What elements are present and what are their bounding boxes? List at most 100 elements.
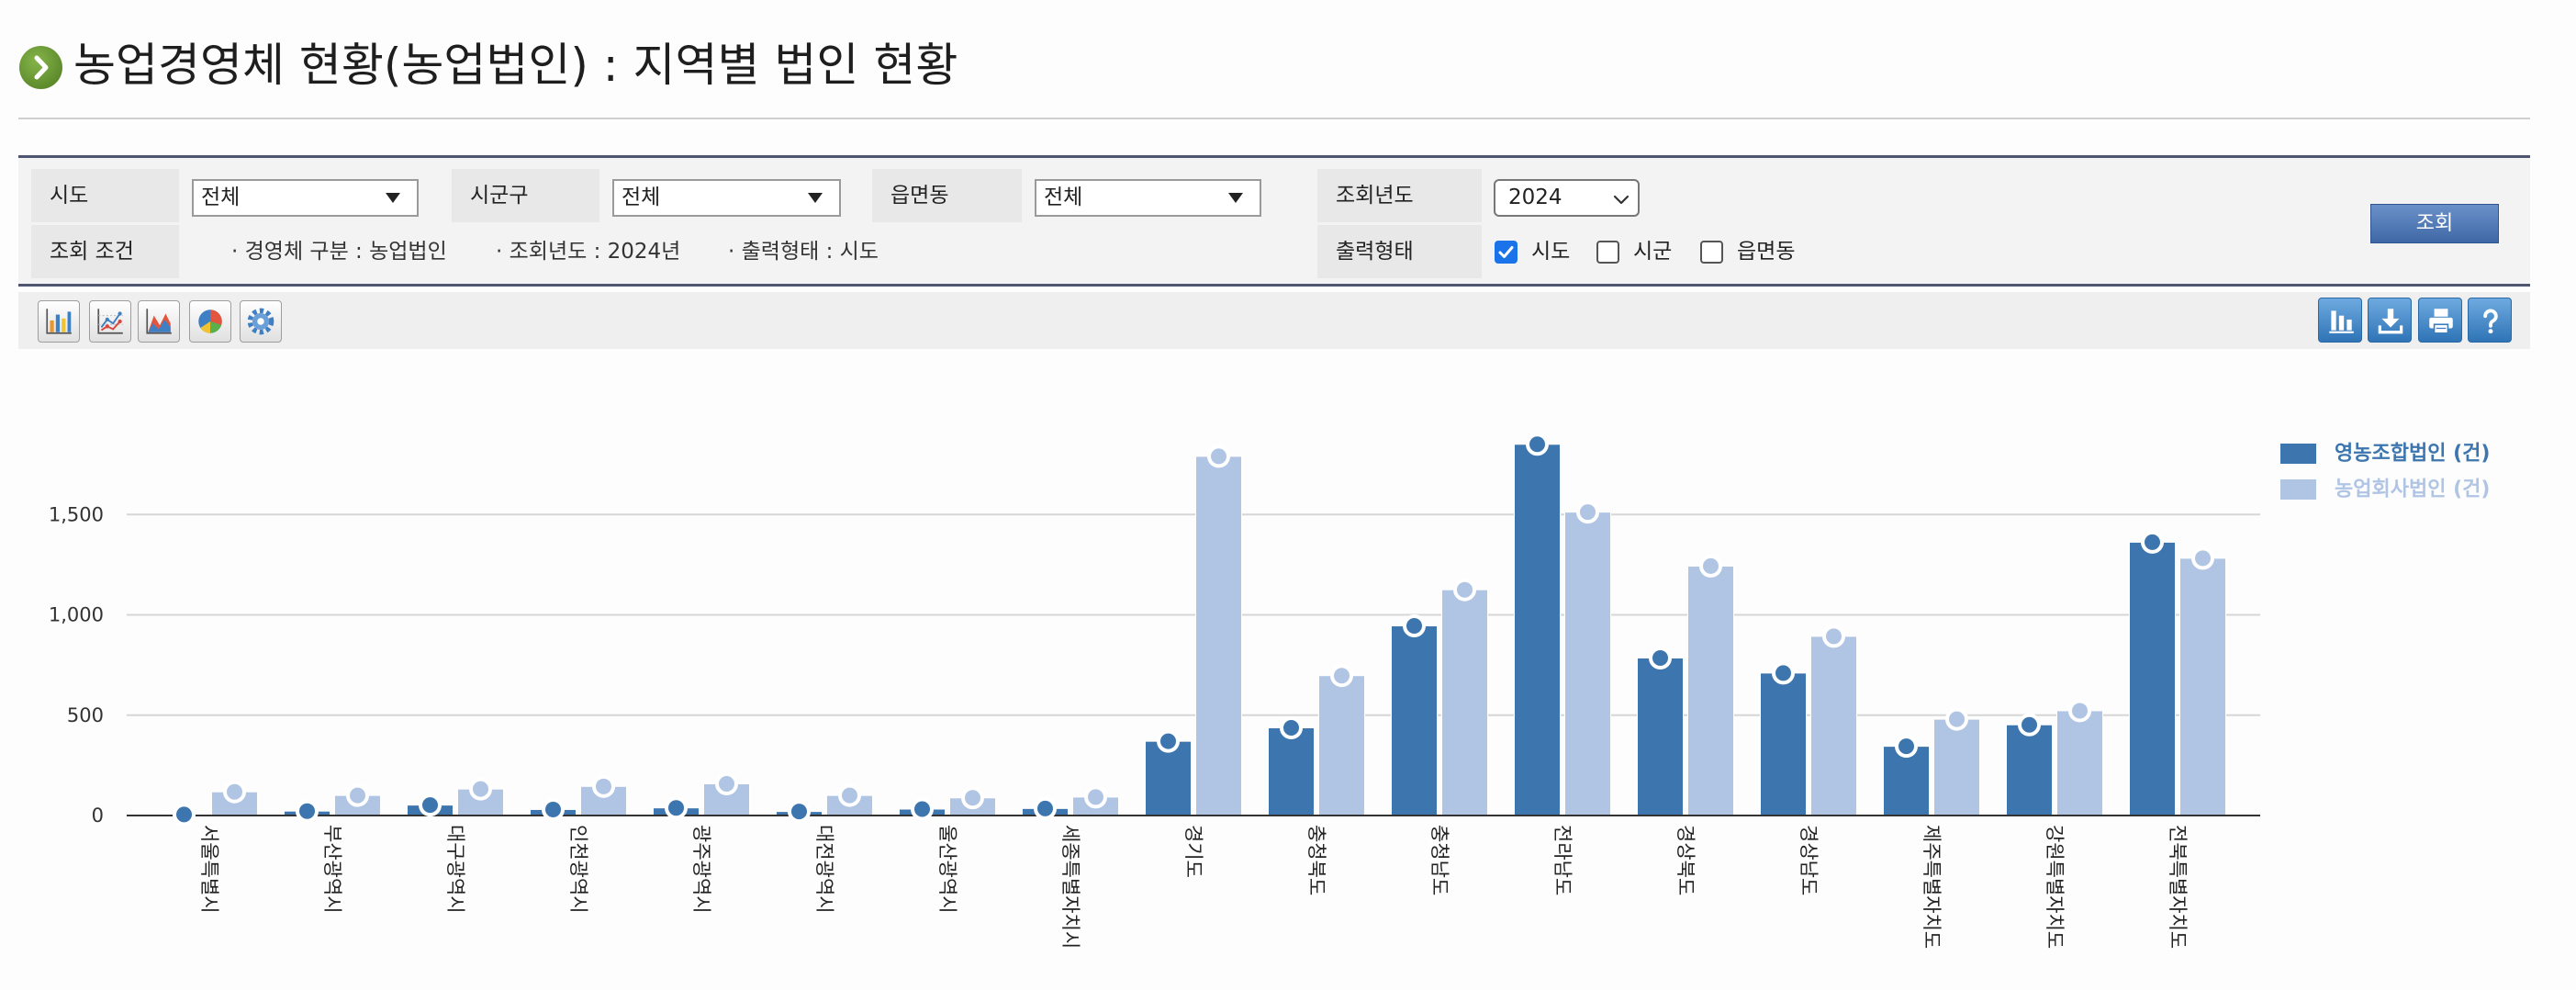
eupmyeondong-select-value: 전체 (1044, 186, 1083, 209)
print-icon (2429, 309, 2453, 334)
help-icon (2483, 309, 2498, 334)
condition-item: · 조회년도 : 2024년 (496, 240, 681, 264)
panel-bottom-border (18, 284, 2530, 287)
search-button[interactable]: 조회 (2370, 204, 2499, 243)
x-category-label: 전북특별자치도 (2167, 825, 2189, 949)
data-point-marker (592, 774, 615, 798)
sido-label: 시도 (31, 169, 179, 222)
bar (1637, 657, 1684, 816)
x-category-label: 세종특별자치시 (1059, 825, 1081, 949)
data-point-marker (1157, 729, 1180, 753)
conditions-label: 조회 조건 (31, 225, 179, 278)
data-point-marker (1034, 796, 1057, 820)
x-category-label: 서울특별시 (198, 825, 220, 914)
data-point-marker (542, 797, 565, 821)
settings-button[interactable] (240, 300, 282, 343)
line-chart-icon (97, 309, 123, 334)
data-point-marker (223, 780, 246, 804)
legend-label: 농업회사법인 (건) (2335, 478, 2490, 501)
bar (2006, 724, 2053, 816)
data-point-marker (1822, 624, 1845, 648)
sido-select[interactable]: 전체 (192, 179, 419, 217)
bar-chart-icon (46, 309, 72, 334)
area-chart-button[interactable] (138, 300, 180, 343)
y-tick-label: 500 (67, 704, 104, 726)
x-category-label: 부산광역시 (321, 825, 343, 914)
x-category-label: 경기도 (1182, 825, 1204, 878)
settings-icon (247, 308, 274, 335)
x-category-label: 대구광역시 (444, 825, 466, 914)
data-point-marker (1699, 554, 1722, 578)
data-point-marker (173, 803, 196, 827)
bar-chart-icon (2329, 310, 2354, 333)
data-point-marker (1453, 578, 1476, 602)
x-category-label: 경상북도 (1674, 825, 1697, 895)
help-button[interactable] (2468, 298, 2512, 343)
chevron-down-icon (1613, 195, 1630, 205)
x-category-label: 인천광역시 (567, 825, 589, 914)
x-category-label: 대전광역시 (813, 825, 835, 914)
bar (2056, 710, 2103, 816)
year-select[interactable]: 2024 (1494, 179, 1640, 217)
data-point-marker (1945, 707, 1968, 731)
output-eupmyeondong-checkbox[interactable] (1700, 241, 1723, 264)
data-point-marker (1207, 444, 1230, 468)
y-tick-label: 0 (92, 804, 104, 827)
dropdown-arrow-icon (1228, 193, 1243, 203)
chart-view-button[interactable] (2318, 298, 2362, 343)
x-category-label: 충청남도 (1428, 825, 1450, 895)
data-point-marker (2141, 530, 2164, 554)
eupmyeondong-select[interactable]: 전체 (1035, 179, 1261, 217)
x-category-label: 제주특별자치도 (1921, 825, 1943, 949)
data-point-marker (1084, 785, 1107, 809)
bar-chart-button[interactable] (38, 300, 80, 343)
bar (1760, 672, 1807, 816)
data-point-marker (1403, 614, 1426, 638)
data-point-marker (1772, 661, 1795, 685)
data-point-marker (2068, 699, 2091, 723)
area-chart-icon (146, 309, 172, 334)
output-sigun-checkbox[interactable] (1596, 241, 1619, 264)
sigungu-label: 시군구 (452, 169, 599, 222)
data-point-marker (1330, 664, 1353, 688)
output-sigun-label[interactable]: 시군 (1633, 225, 1672, 278)
pie-chart-button[interactable] (189, 300, 231, 343)
x-category-label: 충청북도 (1305, 825, 1327, 895)
sigungu-select[interactable]: 전체 (612, 179, 841, 217)
print-button[interactable] (2418, 298, 2462, 343)
data-point-marker (961, 786, 984, 810)
output-eupmyeondong-label[interactable]: 읍면동 (1737, 225, 1795, 278)
data-point-marker (1576, 501, 1599, 524)
x-category-label: 광주광역시 (690, 825, 712, 914)
output-sido-checkbox[interactable] (1495, 241, 1518, 264)
dropdown-arrow-icon (808, 193, 823, 203)
data-point-marker (1649, 646, 1672, 669)
sigungu-select-value: 전체 (622, 186, 661, 209)
data-point-marker (346, 783, 369, 807)
regional-corporation-bar-chart: 0 500 1,000 1,500 서울특별시 부산광역시 대구광역시 인천광역시 광주광역시 대… (49, 433, 2490, 949)
output-sido-label[interactable]: 시도 (1531, 225, 1570, 278)
data-point-marker (1280, 716, 1303, 740)
bar (1514, 444, 1561, 816)
bar (1687, 565, 1734, 816)
bar (2179, 557, 2226, 816)
data-point-marker (1526, 433, 1549, 456)
line-chart-button[interactable] (89, 300, 131, 343)
y-tick-label: 1,000 (49, 604, 104, 626)
x-category-label: 강원특별자치도 (2044, 825, 2066, 949)
data-point-marker (469, 777, 492, 801)
filter-panel: 시도 전체 시군구 전체 읍면동 전체 조회년도 2024 조회 조건 · 경영… (18, 155, 2530, 287)
panel-top-border (18, 155, 2530, 158)
data-point-marker (2191, 546, 2214, 570)
bar (1564, 512, 1611, 816)
bar (1441, 589, 1488, 816)
data-point-marker (1895, 735, 1918, 759)
bar (2129, 541, 2176, 816)
x-category-label: 경상남도 (1798, 825, 1820, 895)
data-point-marker (715, 771, 738, 795)
data-point-marker (2018, 713, 2041, 737)
y-tick-label: 1,500 (49, 503, 104, 525)
data-point-marker (296, 799, 319, 823)
data-point-marker (911, 797, 934, 821)
download-button[interactable] (2368, 298, 2412, 343)
